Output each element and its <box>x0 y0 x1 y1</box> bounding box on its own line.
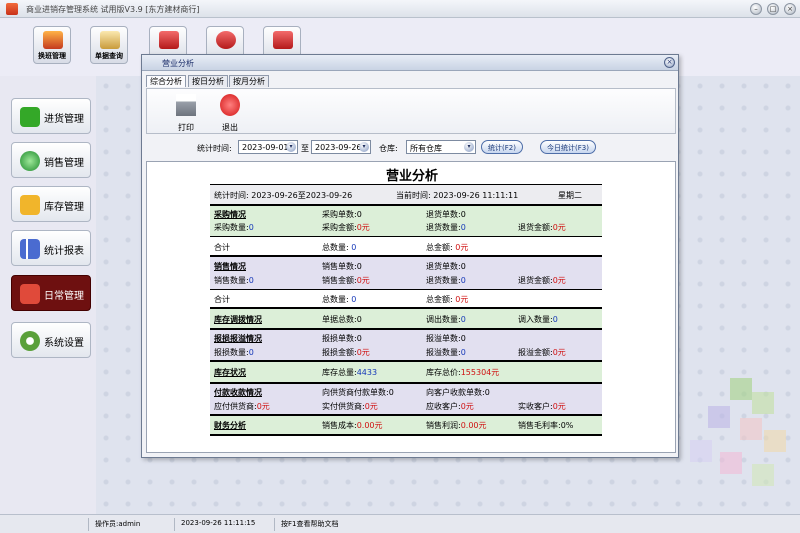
sidebar-item-sales[interactable]: 销售管理 <box>11 142 91 178</box>
filter-bar: 统计时间: 2023-09-01 ▾ 至 2023-09-26 ▾ 仓库: 所有仓库… <box>142 139 678 157</box>
close-icon[interactable]: × <box>784 3 796 15</box>
dialog-title: 营业分析 <box>162 59 194 68</box>
sidebar-item-settings[interactable]: 系统设置 <box>11 322 91 358</box>
to-label: 至 <box>301 144 309 153</box>
report-title: 营业分析 <box>385 169 438 184</box>
minimize-icon[interactable]: – <box>750 3 762 15</box>
finance-section: 财务分析 销售成本:0.00元 销售利润:0.00元 销售毛利率:0% <box>210 416 602 434</box>
business-analysis-dialog: 营业分析 × 综合分析 按日分析 按月分析 打印 退出 统计时间: 2023-0… <box>141 54 679 458</box>
payments-section: 付款收款情况 向供货商付款单数:0 向客户收款单数:0 应付供货商:0元 实付供… <box>210 384 602 414</box>
window-title: 商业进销存管理系统 试用版V3.9 [东方建材商行] <box>26 5 200 14</box>
decorative-cubes <box>680 378 790 498</box>
shift-management-button[interactable]: 换班管理 <box>33 26 71 64</box>
warehouse-select[interactable]: 所有仓库 ▾ <box>406 140 476 154</box>
tab-daily[interactable]: 按日分析 <box>188 75 228 87</box>
purchase-section: 采购情况 采购单数:0 退货单数:0 采购数量:0 采购金额:0元 退货数量:0… <box>210 206 602 236</box>
sales-section: 销售情况 销售单数:0 退货单数:0 销售数量:0 销售金额:0元 退货数量:0… <box>210 257 602 289</box>
plus-icon <box>20 107 40 127</box>
tab-monthly[interactable]: 按月分析 <box>229 75 269 87</box>
dialog-toolbar: 打印 退出 <box>146 88 676 134</box>
chevron-down-icon[interactable]: ▾ <box>286 142 296 152</box>
globe-icon <box>20 151 40 171</box>
document-query-button[interactable]: 单据查询 <box>90 26 128 64</box>
gear-icon <box>20 331 40 351</box>
sidebar-item-reports[interactable]: 统计报表 <box>11 230 91 266</box>
chevron-down-icon[interactable]: ▾ <box>464 142 474 152</box>
maximize-icon[interactable]: □ <box>767 3 779 15</box>
tools-icon <box>20 284 40 304</box>
printer-icon <box>176 94 196 116</box>
user-swap-icon <box>43 31 63 49</box>
damage-section: 报损报溢情况 报损单数:0 报溢单数:0 报损数量:0 报损金额:0元 报溢数量… <box>210 330 602 360</box>
period-label: 统计时间: <box>197 144 232 153</box>
transfer-section: 库存调拨情况 单据总数:0 调出数量:0 调入数量:0 <box>210 309 602 328</box>
magnifier-icon <box>100 31 120 49</box>
star-icon <box>20 195 40 215</box>
purchase-total-row: 合计 总数量: 0 总金额: 0元 <box>210 237 602 255</box>
chevron-down-icon[interactable]: ▾ <box>359 142 369 152</box>
status-datetime: 2023-09-26 11:11:15 <box>174 518 274 531</box>
sidebar-item-daily[interactable]: 日常管理 <box>11 275 91 311</box>
tab-comprehensive[interactable]: 综合分析 <box>146 75 186 87</box>
status-bar: 操作员:admin 2023-09-26 11:11:15 按F1查看帮助文档 <box>0 514 800 533</box>
today-stat-button[interactable]: 今日统计(F3) <box>540 140 596 154</box>
exit-button[interactable]: 退出 <box>213 92 247 132</box>
app-logo-icon <box>6 3 18 15</box>
report-header-row: 统计时间: 2023-09-26至2023-09-26 当前时间: 2023-0… <box>210 185 602 204</box>
exit-icon <box>220 94 240 116</box>
power-icon <box>273 31 293 49</box>
sidebar: 进货管理 销售管理 库存管理 统计报表 日常管理 系统设置 <box>0 76 96 514</box>
title-bar: 商业进销存管理系统 试用版V3.9 [东方建材商行] – □ × <box>0 0 800 18</box>
help-icon <box>216 31 236 49</box>
status-operator: 操作员:admin <box>88 518 174 531</box>
start-date-field[interactable]: 2023-09-01 ▾ <box>238 140 298 154</box>
status-help: 按F1查看帮助文档 <box>274 518 414 531</box>
sales-total-row: 合计 总数量: 0 总金额: 0元 <box>210 290 602 307</box>
dialog-close-icon[interactable]: × <box>664 57 675 68</box>
sidebar-item-inventory[interactable]: 库存管理 <box>11 186 91 222</box>
stat-button[interactable]: 统计(F2) <box>481 140 523 154</box>
print-button[interactable]: 打印 <box>169 92 203 132</box>
warehouse-label: 仓库: <box>379 144 398 153</box>
sidebar-item-purchase[interactable]: 进货管理 <box>11 98 91 134</box>
analysis-report: 营业分析 统计时间: 2023-09-26至2023-09-26 当前时间: 2… <box>146 161 676 453</box>
chart-icon <box>20 239 40 259</box>
bar-chart-icon <box>159 31 179 49</box>
dialog-title-bar[interactable]: 营业分析 × <box>142 55 678 71</box>
end-date-field[interactable]: 2023-09-26 ▾ <box>311 140 371 154</box>
inventory-section: 库存状况 库存总量:4433 库存总价:155304元 <box>210 362 602 382</box>
